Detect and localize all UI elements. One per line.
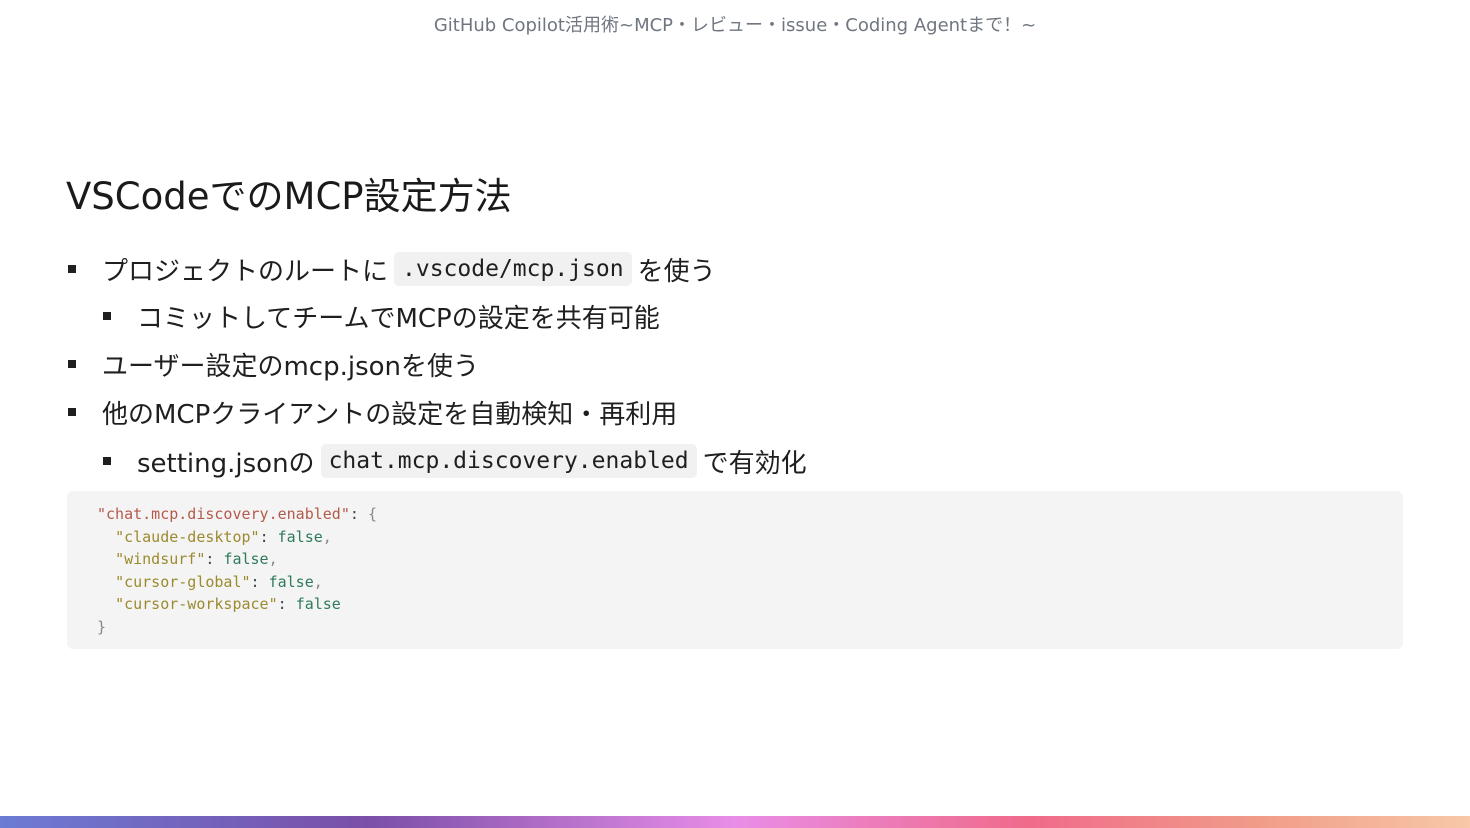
code-line: }: [97, 616, 1373, 639]
code-line: "windsurf": false,: [97, 548, 1373, 571]
bullet-text: コミットしてチームでMCPの設定を共有可能: [137, 303, 660, 334]
code-brace: {: [367, 505, 377, 523]
slide-title: VSCodeでのMCP設定方法: [66, 175, 512, 218]
code-value: false: [268, 572, 314, 591]
bullet-text: 他のMCPクライアントの設定を自動検知・再利用: [102, 399, 678, 430]
code-comma: ,: [322, 527, 332, 546]
bullet-item-commit-share: コミットしてチームでMCPの設定を共有可能: [103, 297, 660, 335]
code-line: "claude-desktop": false,: [97, 526, 1373, 549]
code-colon: :: [349, 505, 368, 523]
code-colon: :: [277, 595, 296, 613]
bullet-text: を使う: [637, 256, 716, 287]
code-line: "chat.mcp.discovery.enabled": {: [97, 503, 1373, 526]
code-key: "cursor-global": [115, 572, 251, 591]
code-key: "claude-desktop": [115, 527, 260, 546]
code-value: false: [223, 550, 269, 568]
code-colon: :: [205, 550, 224, 568]
bullet-item-auto-detect: 他のMCPクライアントの設定を自動検知・再利用: [68, 393, 677, 431]
inline-code: .vscode/mcp.json: [394, 252, 632, 286]
code-value: false: [277, 527, 323, 546]
code-colon: :: [250, 572, 269, 591]
code-key: "windsurf": [115, 550, 206, 568]
square-bullet-icon: [103, 457, 111, 465]
bullet-item-project-root: プロジェクトのルートに .vscode/mcp.json を使う: [68, 250, 716, 288]
bullet-text: ユーザー設定のmcp.jsonを使う: [102, 351, 480, 382]
bullet-text: で有効化: [702, 448, 807, 479]
footer-gradient-bar: [0, 816, 1470, 828]
square-bullet-icon: [68, 360, 76, 368]
code-block: "chat.mcp.discovery.enabled": { "claude-…: [67, 491, 1403, 649]
square-bullet-icon: [68, 408, 76, 416]
code-key: "cursor-workspace": [115, 595, 278, 613]
presentation-header: GitHub Copilot活用術~MCP・レビュー・issue・Coding …: [433, 15, 1037, 36]
code-key: "chat.mcp.discovery.enabled": [97, 505, 350, 523]
code-colon: :: [259, 527, 278, 546]
bullet-text: setting.jsonの: [137, 448, 315, 479]
square-bullet-icon: [68, 265, 76, 273]
bullet-item-setting-json: setting.jsonの chat.mcp.discovery.enabled…: [103, 442, 807, 480]
code-comma: ,: [268, 550, 278, 568]
code-brace: }: [97, 617, 107, 636]
code-value: false: [295, 595, 341, 613]
code-comma: ,: [313, 572, 323, 591]
bullet-text: プロジェクトのルートに: [102, 256, 389, 287]
bullet-item-user-settings: ユーザー設定のmcp.jsonを使う: [68, 345, 479, 383]
code-line: "cursor-global": false,: [97, 571, 1373, 594]
square-bullet-icon: [103, 312, 111, 320]
inline-code: chat.mcp.discovery.enabled: [320, 444, 697, 478]
code-line: "cursor-workspace": false: [97, 593, 1373, 616]
